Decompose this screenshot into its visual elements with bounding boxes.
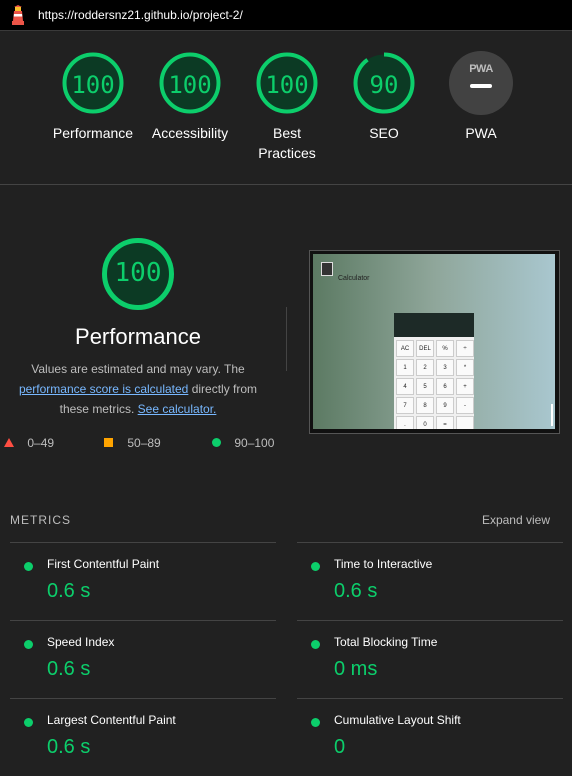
performance-score-large: 100 (114, 258, 162, 288)
metric-largest-contentful-paint: Largest Contentful Paint 0.6 s (10, 698, 276, 776)
screenshot-image: Calculator AC DEL% ÷ 1 2 3 * 4 5 6 +7 8 9-. 0 = (313, 254, 555, 429)
calculator-key: 4 (396, 378, 414, 395)
lighthouse-icon (12, 5, 24, 25)
pwa-badge-text: PWA (469, 63, 493, 75)
metric-label: Time to Interactive (334, 557, 433, 571)
pass-circle-icon (24, 562, 33, 571)
metric-cumulative-layout-shift: Cumulative Layout Shift 0 (297, 698, 563, 776)
scrollbar (551, 404, 553, 426)
metric-label: First Contentful Paint (47, 557, 160, 571)
page-url: https://roddersnz21.github.io/project-2/ (38, 8, 243, 22)
calculator-key: % (436, 340, 454, 357)
calculator-key: 6 (436, 378, 454, 395)
legend-fail-label: 0–49 (27, 436, 55, 450)
metric-value: 0 ms (334, 658, 378, 680)
calculator-key: 3 (436, 359, 454, 376)
gauge-performance[interactable]: 100 Performance (43, 51, 143, 143)
performance-title: Performance (75, 324, 201, 349)
gauge-score: 100 (265, 71, 309, 99)
calculator-key (456, 416, 474, 429)
calculator-key: ÷ (456, 340, 474, 357)
legend-pass: 90–100 (212, 436, 274, 452)
expand-view-button[interactable]: Expand view (482, 513, 550, 527)
metric-value: 0.6 s (334, 580, 378, 602)
calculator-key: 9 (436, 397, 454, 414)
calculator-key: DEL (416, 340, 434, 357)
screenshot-page-title: Calculator (338, 275, 370, 282)
calculator-key: 1 (396, 359, 414, 376)
metric-value: 0 (334, 736, 346, 758)
divider (286, 307, 287, 371)
calculator-key: = (436, 416, 454, 429)
calculator-key: AC (396, 340, 414, 357)
calculator-key: * (456, 359, 474, 376)
metric-value: 0.6 s (47, 580, 91, 602)
pass-circle-icon (24, 640, 33, 649)
calculator-key: . (396, 416, 414, 429)
metric-value: 0.6 s (47, 658, 91, 680)
gauge-label: PWA (465, 125, 497, 141)
note-text: Values are estimated and may vary. The (31, 362, 245, 376)
pass-circle-icon (311, 562, 320, 571)
gauge-score: 90 (369, 71, 399, 99)
calculator-key: + (456, 378, 474, 395)
metric-time-to-interactive: Time to Interactive 0.6 s (297, 542, 563, 620)
gauge-label: Performance (52, 125, 134, 141)
metrics-heading: METRICS (10, 513, 71, 527)
calculator-key: 8 (416, 397, 434, 414)
gauge-label: Accessibility (151, 125, 229, 141)
see-calculator-link[interactable]: See calculator. (138, 402, 217, 416)
legend-pass-label: 90–100 (234, 436, 275, 450)
metric-label: Speed Index (47, 635, 115, 649)
pass-circle-icon (212, 438, 221, 447)
metric-label: Largest Contentful Paint (47, 713, 176, 727)
calculator: AC DEL% ÷ 1 2 3 * 4 5 6 +7 8 9-. 0 = (394, 313, 474, 429)
final-screenshot[interactable]: Calculator AC DEL% ÷ 1 2 3 * 4 5 6 +7 8 9-. 0 = (309, 250, 560, 434)
calculator-key: 2 (416, 359, 434, 376)
metric-total-blocking-time: Total Blocking Time 0 ms (297, 620, 563, 698)
pwa-badge-icon: PWA (449, 51, 513, 115)
calculator-key: - (456, 397, 474, 414)
pass-circle-icon (24, 718, 33, 727)
performance-note: Values are estimated and may vary. The p… (10, 359, 266, 419)
metric-label: Total Blocking Time (334, 635, 438, 649)
gauge-accessibility[interactable]: 100 Accessibility (140, 51, 240, 143)
gauge-label: Best Practices (258, 125, 316, 161)
score-calculated-link[interactable]: performance score is calculated (19, 382, 188, 396)
pwa-dash-icon (470, 84, 492, 88)
gauge-best-practices[interactable]: 100 Best Practices (237, 51, 337, 163)
gauge-score: 100 (168, 71, 212, 99)
calculator-key: 0 (416, 416, 434, 429)
gauge-pwa[interactable]: PWA PWA (431, 51, 531, 143)
legend-average-label: 50–89 (127, 436, 161, 450)
metric-first-contentful-paint: First Contentful Paint 0.6 s (10, 542, 276, 620)
gauge-score: 100 (71, 71, 115, 99)
average-square-icon (104, 438, 113, 447)
calculator-key: 7 (396, 397, 414, 414)
calculator-favicon-icon (321, 262, 333, 276)
gauge-label: SEO (369, 125, 399, 141)
gauge-seo[interactable]: 90 SEO (334, 51, 434, 143)
score-gauges: 100 Performance 100 Accessibility 100 Be… (0, 31, 572, 185)
pass-circle-icon (311, 718, 320, 727)
legend-fail: 0–49 (4, 436, 54, 452)
metric-value: 0.6 s (47, 736, 91, 758)
calculator-key: 5 (416, 378, 434, 395)
pass-circle-icon (311, 640, 320, 649)
calculator-display (394, 313, 474, 337)
calculator-keys: AC DEL% ÷ 1 2 3 * 4 5 6 +7 8 9-. 0 = (396, 340, 474, 429)
fail-triangle-icon (4, 438, 14, 447)
metric-speed-index: Speed Index 0.6 s (10, 620, 276, 698)
legend-average: 50–89 (104, 436, 161, 452)
metric-label: Cumulative Layout Shift (334, 713, 461, 727)
url-bar: https://roddersnz21.github.io/project-2/ (0, 0, 572, 31)
